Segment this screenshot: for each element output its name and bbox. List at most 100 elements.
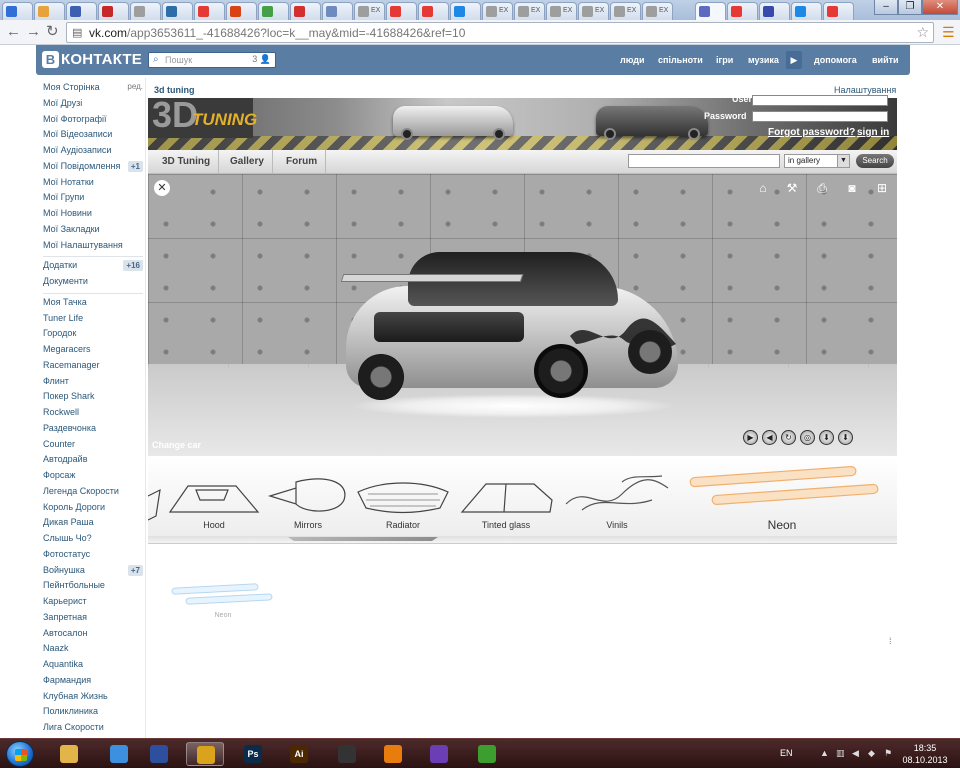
browser-tab[interactable]: EX	[482, 2, 513, 20]
browser-tab[interactable]	[194, 2, 225, 20]
nav-games[interactable]: ігри	[716, 55, 733, 65]
browser-tab[interactable]	[759, 2, 790, 20]
browser-tab[interactable]	[290, 2, 321, 20]
sidebar-item[interactable]: Дикая Раша	[43, 517, 143, 532]
taskbar-app[interactable]	[468, 742, 506, 766]
part-vinils[interactable]: Vinils	[562, 456, 672, 536]
sidebar-item[interactable]: Моя Сторінка ред.	[43, 82, 143, 97]
sidebar-item[interactable]: Мої Фотографії	[43, 114, 143, 129]
maximize-button[interactable]: ❐	[898, 0, 922, 15]
rotate-left-button[interactable]: ◀	[762, 430, 777, 445]
settings-wrench-icon[interactable]: ✕	[154, 180, 170, 196]
sidebar-item[interactable]: Мої Налаштування	[43, 240, 143, 255]
browser-tab[interactable]	[34, 2, 65, 20]
nav-logout[interactable]: вийти	[872, 55, 899, 65]
sidebar-item[interactable]: Покер Shark	[43, 391, 143, 406]
start-button[interactable]	[6, 741, 34, 767]
url-text[interactable]: vk.com/app3653611_-41688426?loc=k__may&m…	[89, 26, 465, 40]
sidebar-item[interactable]: Фармандия	[43, 675, 143, 690]
clock[interactable]: 18:35 08.10.2013	[900, 742, 950, 766]
sidebar-item[interactable]: Aquantika	[43, 659, 143, 674]
3d-car-viewer[interactable]: ✕ ⌂ ⚒ ⎙ ◙ ⊞ Change car ▶ ◀ ↻ ◎ ⬇ ⬇	[148, 174, 897, 456]
play-button[interactable]: ▶	[743, 430, 758, 445]
back-arrow-icon[interactable]: ←	[6, 24, 21, 40]
browser-tab[interactable]	[727, 2, 758, 20]
taskbar-app[interactable]	[420, 742, 458, 766]
browser-tab[interactable]	[823, 2, 854, 20]
app-title[interactable]: 3d tuning	[154, 85, 195, 95]
taskbar-app[interactable]: Ai	[280, 742, 318, 766]
forgot-password-link[interactable]: Forgot password?	[768, 127, 855, 138]
car-model[interactable]	[338, 244, 688, 424]
music-play-icon[interactable]: ▶	[786, 51, 802, 69]
part-mirrors[interactable]: Mirrors	[266, 456, 350, 536]
sidebar-item[interactable]: Naazk	[43, 643, 143, 658]
sidebar-item[interactable]: Counter	[43, 439, 143, 454]
edit-link[interactable]: ред.	[127, 82, 143, 91]
user-input[interactable]	[752, 95, 888, 106]
nav-help[interactable]: допомога	[814, 55, 857, 65]
browser-tab[interactable]	[322, 2, 353, 20]
vk-logo[interactable]: В КОНТАКТЕ	[42, 51, 142, 69]
sidebar-item[interactable]: Мої Новини	[43, 208, 143, 223]
rotate-right-button[interactable]: ↻	[781, 430, 796, 445]
gallery-search-input[interactable]	[628, 154, 780, 168]
search-scope-select[interactable]: in gallery ▼	[784, 154, 850, 168]
nav-people[interactable]: люди	[620, 55, 645, 65]
close-window-button[interactable]: ✕	[922, 0, 958, 15]
browser-tab[interactable]: EX	[546, 2, 577, 20]
home-icon[interactable]: ⌂	[755, 180, 771, 196]
sidebar-item[interactable]: Megaracers	[43, 344, 143, 359]
tray-arrow-icon[interactable]: ▲	[820, 748, 830, 758]
sidebar-item[interactable]: Мої Закладки	[43, 224, 143, 239]
camera-icon[interactable]: ◙	[844, 180, 860, 196]
browser-tab[interactable]: EX	[642, 2, 673, 20]
tuning-icon[interactable]: ⚒	[784, 180, 800, 196]
sidebar-item[interactable]: Мої Повідомлення +1	[43, 160, 143, 176]
browser-tab[interactable]	[258, 2, 289, 20]
sidebar-item[interactable]: Флинт	[43, 376, 143, 391]
part-neon[interactable]: Neon	[684, 456, 880, 536]
save-image-button[interactable]: ⬇	[838, 430, 853, 445]
tab-3d-tuning[interactable]: 3D Tuning	[154, 150, 220, 174]
nav-music[interactable]: музика	[748, 55, 779, 65]
network-icon[interactable]: ⊞	[874, 180, 890, 196]
sidebar-item[interactable]: Tuner Life	[43, 313, 143, 328]
sidebar-item[interactable]: Мої Друзі	[43, 98, 143, 113]
sidebar-item[interactable]: Легенда Скорости	[43, 486, 143, 501]
address-bar[interactable]: ▤ vk.com/app3653611_-41688426?loc=k__may…	[66, 22, 934, 43]
sidebar-item[interactable]: Додатки +16	[43, 260, 143, 275]
sidebar-item[interactable]: Карьерист	[43, 596, 143, 611]
browser-tab[interactable]	[450, 2, 481, 20]
tab-forum[interactable]: Forum	[278, 150, 327, 174]
browser-tab[interactable]	[418, 2, 449, 20]
sidebar-item[interactable]: Поликлиника	[43, 706, 143, 721]
flag-tray-icon[interactable]: ⚑	[884, 748, 894, 758]
change-car-link[interactable]: Change car	[152, 440, 201, 450]
browser-tab[interactable]	[2, 2, 33, 20]
browser-tab[interactable]	[130, 2, 161, 20]
part-radiator[interactable]: Radiator	[354, 456, 452, 536]
browser-tab[interactable]	[162, 2, 193, 20]
sidebar-item[interactable]: Racemanager	[43, 360, 143, 375]
taskbar-app[interactable]	[328, 742, 366, 766]
browser-tab[interactable]: EX	[610, 2, 641, 20]
sidebar-item[interactable]: Мої Нотатки	[43, 177, 143, 192]
reset-view-button[interactable]: ◎	[800, 430, 815, 445]
sidebar-item[interactable]: Городок	[43, 328, 143, 343]
sign-in-link[interactable]: sign in	[857, 127, 889, 138]
part-tinted-glass[interactable]: Tinted glass	[456, 456, 556, 536]
sidebar-item[interactable]: Автосалон	[43, 628, 143, 643]
browser-tab[interactable]	[226, 2, 257, 20]
printer-icon[interactable]: ⎙	[814, 180, 830, 196]
taskbar-app[interactable]	[186, 742, 224, 766]
sidebar-item[interactable]: Форсаж	[43, 470, 143, 485]
part-hood[interactable]: Hood	[166, 456, 262, 536]
browser-tab[interactable]	[66, 2, 97, 20]
scroll-indicator-icon[interactable]: ⁞	[889, 636, 895, 648]
sidebar-item[interactable]: Мої Групи	[43, 192, 143, 207]
vk-search-input[interactable]: ⌕ Пошук 3 👤	[148, 52, 276, 68]
forward-arrow-icon[interactable]: →	[26, 24, 41, 40]
browser-tab[interactable]: EX	[514, 2, 545, 20]
volume-icon[interactable]: ◀	[852, 748, 862, 758]
